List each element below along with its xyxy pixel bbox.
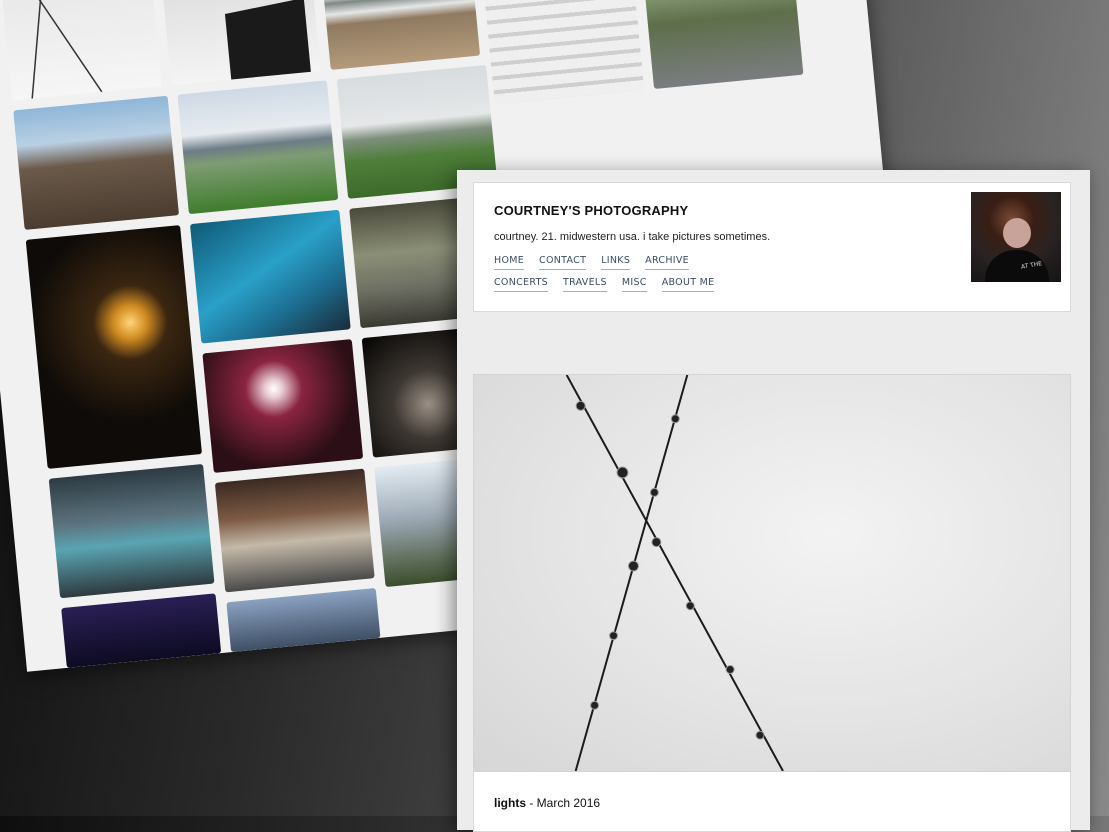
mosaic-photo-tower	[160, 0, 321, 86]
mosaic-photo-lightbulb	[25, 225, 203, 469]
mosaic-photo-canal	[638, 0, 804, 89]
avatar: AT THE	[971, 192, 1061, 282]
blog-header: COURTNEY'S PHOTOGRAPHY courtney. 21. mid…	[473, 182, 1071, 312]
mosaic-photo-blinds	[479, 0, 645, 105]
mosaic-photo-beach	[320, 0, 481, 70]
post-caption-card: lights - March 2016	[473, 772, 1071, 832]
nav-link-concerts[interactable]: CONCERTS	[494, 277, 548, 292]
blog-window: COURTNEY'S PHOTOGRAPHY courtney. 21. mid…	[457, 170, 1090, 832]
nav-link-contact[interactable]: CONTACT	[539, 255, 587, 270]
post-photo-lights[interactable]	[473, 374, 1071, 772]
mosaic-photo-aquarium	[189, 209, 351, 344]
nav-link-archive[interactable]: ARCHIVE	[645, 255, 689, 270]
mosaic-photo-lake-hills	[177, 80, 339, 215]
avatar-face	[1003, 218, 1031, 248]
mosaic-photo-sky	[226, 587, 381, 653]
post-photo-title[interactable]: lights	[494, 796, 526, 810]
nav-row-categories: CONCERTS TRAVELS MISC ABOUT ME	[494, 277, 715, 292]
blog-description: courtney. 21. midwestern usa. i take pic…	[494, 231, 771, 243]
post-caption: lights - March 2016	[494, 796, 600, 810]
string-lights-illustration	[565, 375, 784, 771]
caption-separator: -	[526, 796, 537, 810]
blog-title[interactable]: COURTNEY'S PHOTOGRAPHY	[494, 203, 688, 218]
nav-link-links[interactable]: LINKS	[601, 255, 631, 270]
mosaic-photo-river-walk	[48, 463, 215, 599]
nav-link-travels[interactable]: TRAVELS	[563, 277, 607, 292]
mosaic-photo-wires	[1, 0, 162, 101]
nav-link-home[interactable]: HOME	[494, 255, 525, 270]
mosaic-photo-concert	[202, 339, 364, 473]
mosaic-photo-town-hall	[13, 95, 180, 230]
post-date: March 2016	[536, 796, 601, 810]
nav-link-misc[interactable]: MISC	[621, 277, 647, 292]
mosaic-photo-stage	[61, 593, 222, 668]
mosaic-photo-underpass	[214, 468, 375, 593]
nav-row-primary: HOME CONTACT LINKS ARCHIVE	[494, 255, 689, 270]
nav-link-about-me[interactable]: ABOUT ME	[661, 277, 715, 292]
